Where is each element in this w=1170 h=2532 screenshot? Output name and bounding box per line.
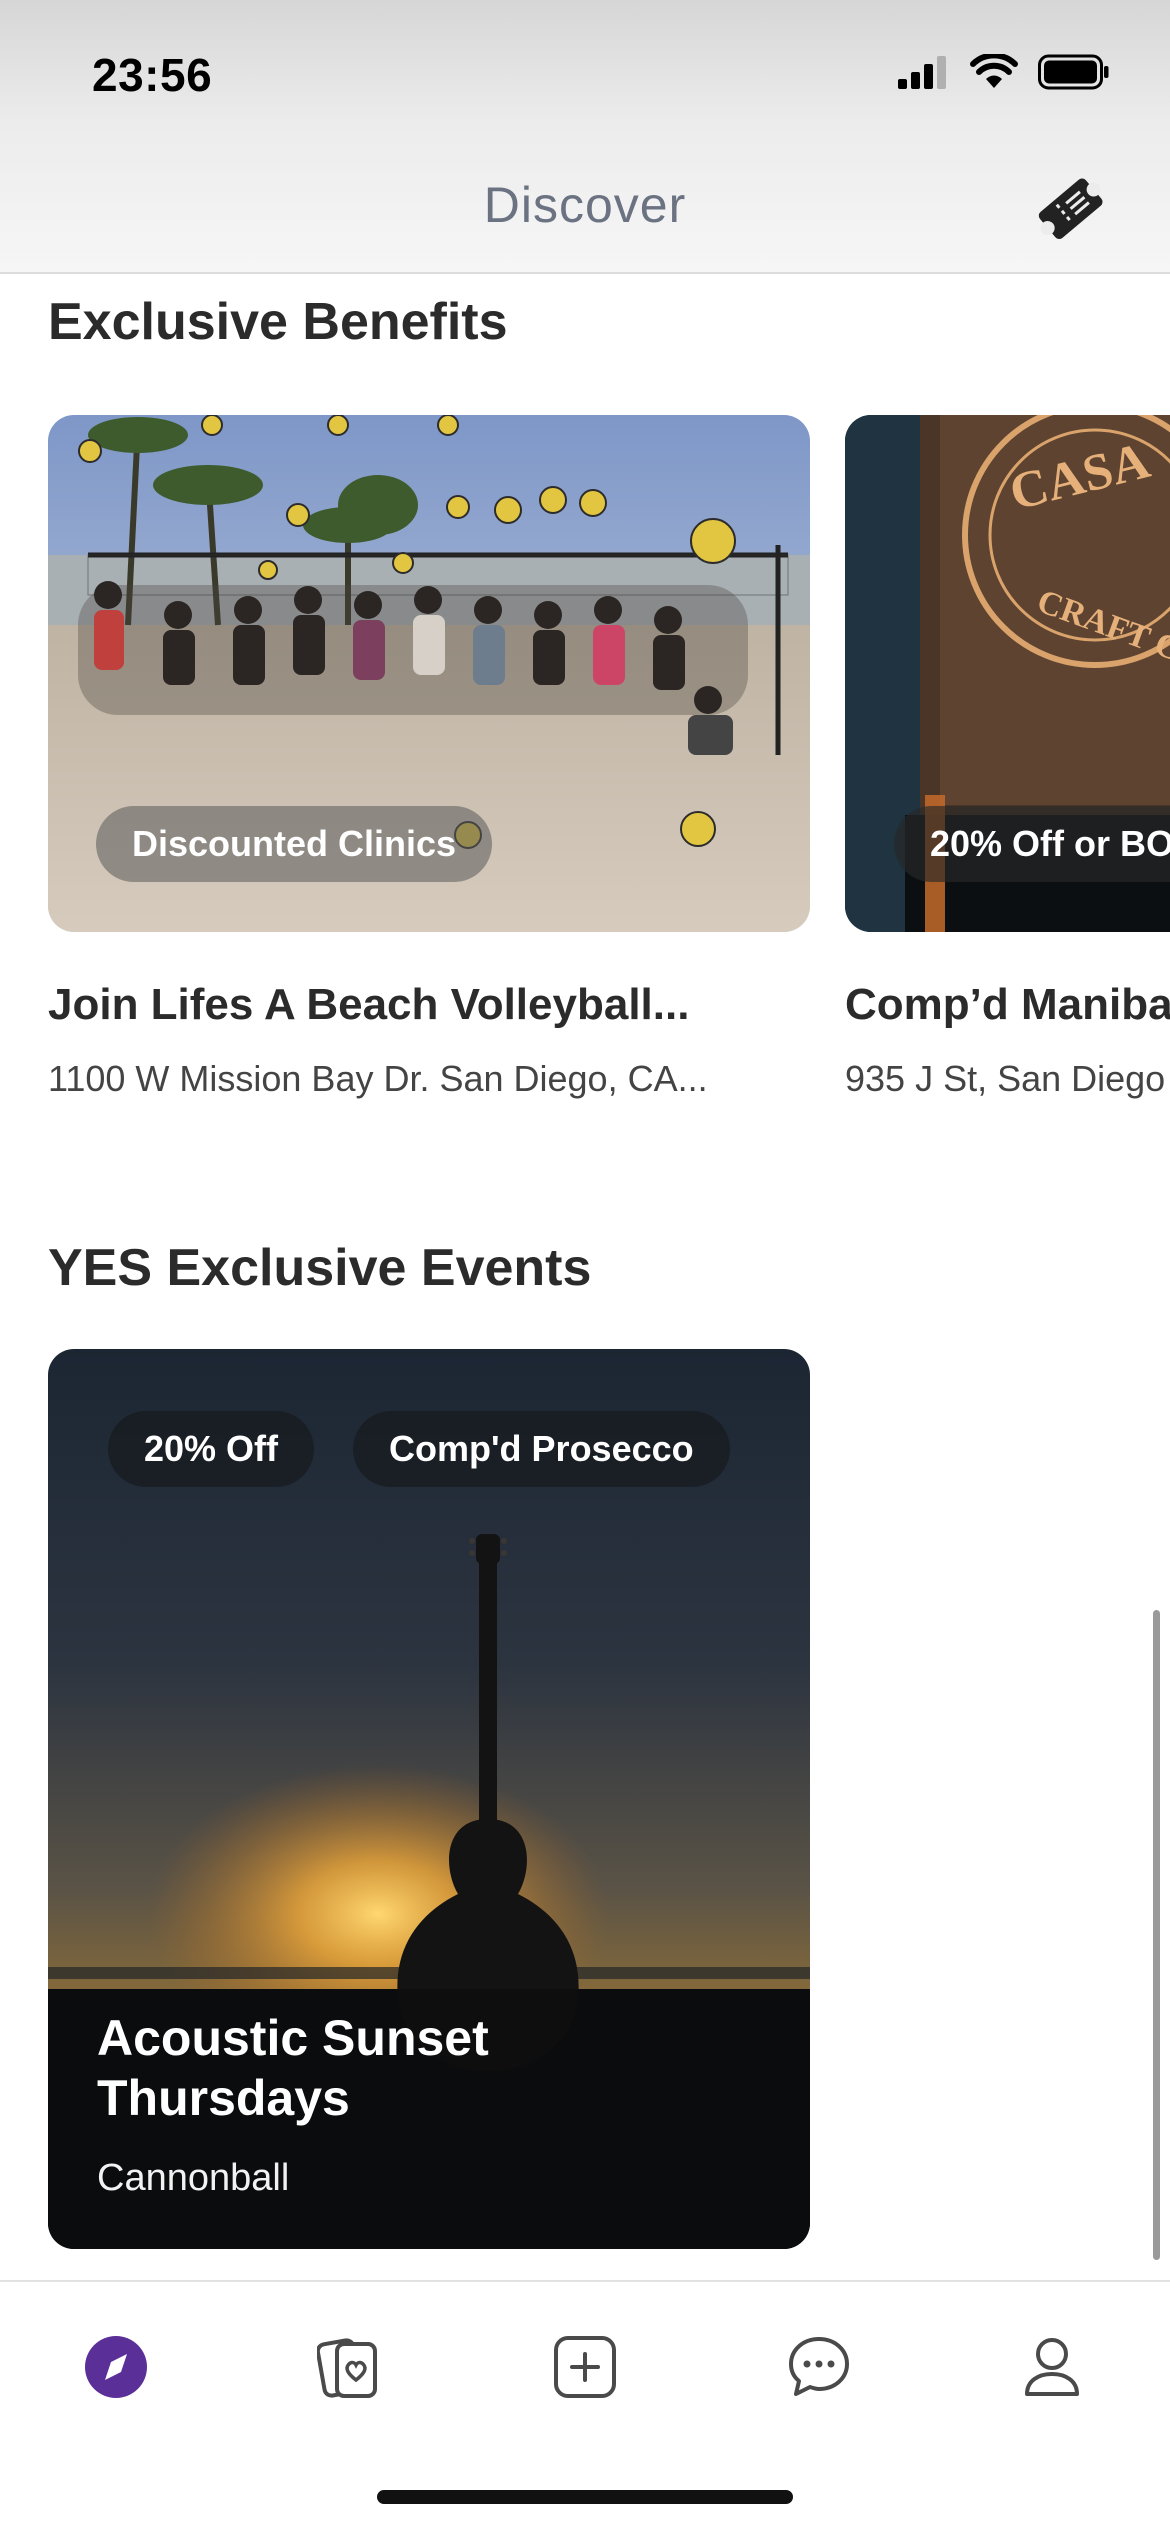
tab-profile[interactable] [1007, 2322, 1097, 2412]
event-title-line2: Thursdays [97, 2070, 350, 2126]
page-title: Discover [483, 177, 687, 233]
event-venue: Cannonball [97, 2157, 290, 2199]
event-tag-prosecco: Comp'd Prosecco [353, 1411, 730, 1487]
events-section-title: YES Exclusive Events [48, 1239, 592, 1297]
tab-messages[interactable] [774, 2322, 864, 2412]
benefit-tag-volleyball: Discounted Clinics [96, 806, 493, 882]
profile-icon [1025, 2338, 1079, 2396]
vertical-scrollbar[interactable] [1153, 1610, 1160, 2260]
home-indicator[interactable] [377, 2490, 793, 2504]
benefit-address-casa: 935 J St, San Diego [845, 1058, 1166, 1099]
status-time: 23:56 [92, 49, 213, 101]
add-square-icon [554, 2336, 616, 2398]
benefit-tag-casa: 20% Off or BO [894, 806, 1170, 882]
battery-icon [1038, 54, 1109, 90]
benefit-address-volleyball: 1100 W Mission Bay Dr. San Diego, CA... [48, 1058, 708, 1099]
tickets-button[interactable] [1030, 172, 1110, 244]
compass-icon [85, 2336, 147, 2398]
event-tag-discount: 20% Off [108, 1411, 315, 1487]
status-icons [898, 54, 1110, 90]
tab-favorites[interactable] [305, 2322, 395, 2412]
ticket-icon [1038, 178, 1103, 240]
benefits-section-title: Exclusive Benefits [48, 293, 508, 351]
benefit-title-volleyball[interactable]: Join Lifes A Beach Volleyball... [48, 980, 689, 1030]
cellular-signal-icon [898, 56, 946, 89]
cards-heart-icon [317, 2338, 377, 2398]
tab-create[interactable] [540, 2322, 630, 2412]
benefit-title-casa[interactable]: Comp’d Maniba [845, 980, 1170, 1030]
header-bar: 23:56 Discover [0, 0, 1170, 274]
event-title-line1: Acoustic Sunset [97, 2010, 489, 2066]
wifi-icon [970, 54, 1018, 88]
tab-discover[interactable] [71, 2322, 161, 2412]
chat-bubble-icon [789, 2337, 849, 2396]
